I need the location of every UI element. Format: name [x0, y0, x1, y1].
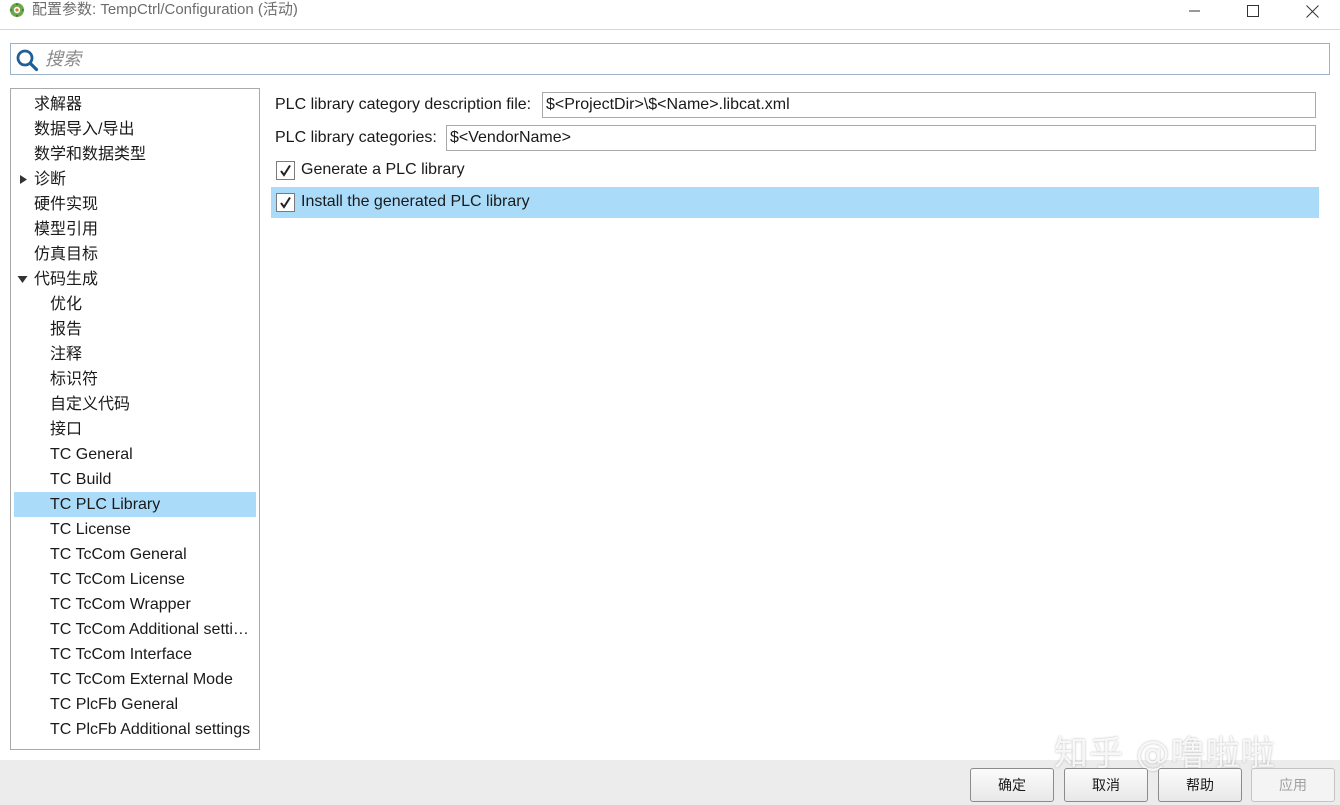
tree-item-interface[interactable]: 接口	[14, 417, 256, 442]
tree-item-model-reference[interactable]: 模型引用	[14, 217, 256, 242]
tree-item-label: TC General	[50, 446, 133, 463]
tree-item-label: 仿真目标	[34, 246, 99, 263]
tree-item-identifiers[interactable]: 标识符	[14, 367, 256, 392]
tree-item-label: TC Build	[50, 471, 112, 488]
generate-library-checkbox[interactable]	[276, 161, 295, 180]
tree-item-label: 注释	[50, 346, 83, 363]
tree-item-label: 优化	[50, 296, 83, 313]
maximize-icon	[1247, 5, 1259, 17]
tree-item-tc-build[interactable]: TC Build	[14, 467, 256, 492]
install-library-checkbox[interactable]	[276, 193, 295, 212]
expand-arrow-icon[interactable]	[19, 174, 28, 185]
tree-item-label: 代码生成	[34, 271, 99, 288]
generate-library-row[interactable]: Generate a PLC library	[271, 155, 1319, 186]
tree-item-tc-tccom-license[interactable]: TC TcCom License	[14, 567, 256, 592]
install-library-row[interactable]: Install the generated PLC library	[271, 187, 1319, 218]
category-tree[interactable]: 求解器 数据导入/导出 数学和数据类型 诊断 硬件实现 模型引用 仿真目标 代码…	[10, 88, 260, 750]
tree-item-hardware[interactable]: 硬件实现	[14, 192, 256, 217]
tree-item-simulation-target[interactable]: 仿真目标	[14, 242, 256, 267]
tree-item-label: TC TcCom Interface	[50, 646, 192, 663]
tree-item-label: TC TcCom General	[50, 546, 187, 563]
install-library-label: Install the generated PLC library	[301, 193, 530, 210]
categories-label: PLC library categories:	[275, 129, 437, 146]
search-box	[10, 43, 1330, 75]
tree-item-tc-tccom-external-mode[interactable]: TC TcCom External Mode	[14, 667, 256, 692]
tree-item-label: TC TcCom External Mode	[50, 671, 233, 688]
categories-input[interactable]	[446, 125, 1316, 151]
tree-item-label: 模型引用	[34, 221, 99, 238]
tree-item-tc-tccom-wrapper[interactable]: TC TcCom Wrapper	[14, 592, 256, 617]
tree-item-label: TC PlcFb General	[50, 696, 179, 713]
tree-item-tc-tccom-additional-settings[interactable]: TC TcCom Additional settings	[14, 617, 256, 642]
category-file-input[interactable]	[542, 92, 1316, 118]
tree-item-comments[interactable]: 注释	[14, 342, 256, 367]
tree-item-tc-plc-library[interactable]: TC PLC Library	[14, 492, 256, 517]
collapse-arrow-icon[interactable]	[17, 275, 28, 284]
apply-button[interactable]: 应用	[1251, 768, 1335, 802]
maximize-button[interactable]	[1230, 0, 1276, 22]
tree-item-diagnostics[interactable]: 诊断	[14, 167, 256, 192]
tree-item-label: 硬件实现	[34, 196, 99, 213]
app-logo-icon	[9, 2, 25, 18]
tree-item-tc-plcfb-general[interactable]: TC PlcFb General	[14, 692, 256, 717]
search-input[interactable]	[45, 46, 1315, 72]
close-icon	[1305, 4, 1319, 18]
tree-item-math-data-types[interactable]: 数学和数据类型	[14, 142, 256, 167]
settings-panel: PLC library category description file: P…	[270, 88, 1332, 750]
minimize-icon	[1189, 10, 1200, 12]
tree-item-tc-license[interactable]: TC License	[14, 517, 256, 542]
checkmark-icon	[280, 164, 291, 177]
tree-item-label: TC TcCom Wrapper	[50, 596, 191, 613]
minimize-button[interactable]	[1172, 0, 1218, 22]
tree-item-label: 接口	[50, 421, 83, 438]
tree-item-label: TC PLC Library	[50, 496, 161, 513]
tree-item-optimization[interactable]: 优化	[14, 292, 256, 317]
tree-item-tc-plcfb-additional-settings[interactable]: TC PlcFb Additional settings	[14, 717, 256, 742]
tree-item-label: 数据导入/导出	[34, 121, 135, 138]
help-button[interactable]: 帮助	[1158, 768, 1242, 802]
tree-item-report[interactable]: 报告	[14, 317, 256, 342]
tree-item-label: TC TcCom Additional settings	[50, 621, 252, 638]
tree-item-solver[interactable]: 求解器	[14, 92, 256, 117]
tree-item-tc-tccom-general[interactable]: TC TcCom General	[14, 542, 256, 567]
checkmark-icon	[280, 196, 291, 209]
tree-item-label: 诊断	[34, 171, 67, 188]
tree-item-label: TC License	[50, 521, 131, 538]
tree-item-label: 标识符	[50, 371, 99, 388]
tree-item-label: TC PlcFb Additional settings	[50, 721, 251, 738]
generate-library-label: Generate a PLC library	[301, 161, 465, 178]
category-file-label: PLC library category description file:	[275, 96, 532, 113]
tree-item-label: TC TcCom License	[50, 571, 185, 588]
tree-item-label: 自定义代码	[50, 396, 131, 413]
window-title: 配置参数: TempCtrl/Configuration (活动)	[32, 1, 298, 18]
tree-item-tc-general[interactable]: TC General	[14, 442, 256, 467]
search-icon	[16, 49, 39, 72]
ok-button[interactable]: 确定	[970, 768, 1054, 802]
tree-item-code-generation[interactable]: 代码生成	[14, 267, 256, 292]
tree-item-custom-code[interactable]: 自定义代码	[14, 392, 256, 417]
tree-item-label: 求解器	[34, 96, 83, 113]
tree-item-tc-tccom-interface[interactable]: TC TcCom Interface	[14, 642, 256, 667]
tree-item-data-import-export[interactable]: 数据导入/导出	[14, 117, 256, 142]
tree-item-label: 报告	[50, 321, 83, 338]
cancel-button[interactable]: 取消	[1064, 768, 1148, 802]
title-bar: 配置参数: TempCtrl/Configuration (活动)	[0, 0, 1340, 30]
tree-item-label: 数学和数据类型	[34, 146, 147, 163]
close-button[interactable]	[1289, 0, 1335, 22]
